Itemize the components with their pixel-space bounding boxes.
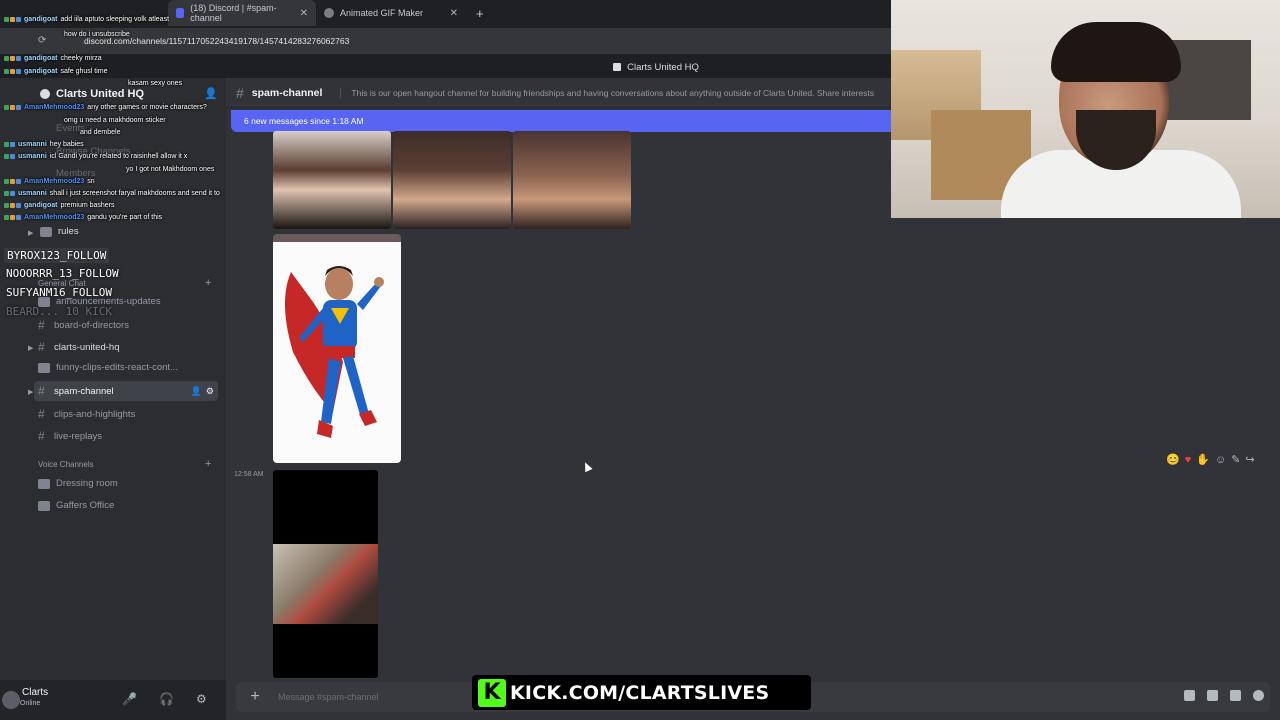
invite-icon[interactable]: 👤 bbox=[191, 386, 202, 397]
gear-icon[interactable]: ⚙ bbox=[196, 692, 207, 706]
category-voice-channels[interactable]: Voice Channels bbox=[38, 460, 94, 469]
follow-alert: BEARD... 10 KICK bbox=[6, 305, 112, 318]
sidebar-item-spam-channel[interactable]: # spam-channel 👤 ⚙ bbox=[34, 381, 218, 401]
chat-message: kasam sexy ones bbox=[128, 80, 183, 87]
speaker-icon bbox=[38, 478, 50, 489]
sidebar-item-clarts-united-hq[interactable]: # clarts-united-hq bbox=[38, 340, 119, 354]
sidebar-item-gaffers-office[interactable]: Gaffers Office bbox=[38, 500, 114, 511]
hash-icon: # bbox=[38, 340, 45, 354]
kick-url-text: KICK.COM/CLARTSLIVES bbox=[510, 681, 770, 704]
channel-topic[interactable]: This is our open hangout channel for bui… bbox=[340, 87, 874, 98]
edit-icon[interactable]: ✎ bbox=[1231, 453, 1240, 466]
chat-message: usmanni icl Gandi you're related to raisi… bbox=[4, 153, 187, 160]
superman-image[interactable] bbox=[273, 234, 401, 463]
gif-icon[interactable] bbox=[1207, 690, 1218, 701]
sidebar-item-live-replays[interactable]: # live-replays bbox=[38, 429, 102, 443]
emoji-reaction-icon[interactable]: 😊 bbox=[1166, 453, 1180, 466]
hash-icon: # bbox=[38, 318, 45, 332]
tab-gif-maker[interactable]: Animated GIF Maker ✕ bbox=[316, 0, 466, 26]
follow-alert: SUFYANM16_FOLLOW bbox=[6, 286, 112, 299]
username: Clarts bbox=[22, 687, 49, 698]
add-channel-icon[interactable]: + bbox=[205, 277, 211, 289]
chat-message: usmanni shall i just screenshot faryal ma… bbox=[4, 190, 220, 197]
chat-message: gandigoat add iila aptuto sleeping volk a… bbox=[4, 16, 169, 23]
chevron-right-icon: ▶ bbox=[28, 345, 34, 352]
webcam-overlay bbox=[891, 0, 1280, 218]
headphones-icon[interactable]: 🎧 bbox=[159, 692, 174, 706]
chat-message: omg u need a makhdoom sticker bbox=[64, 117, 166, 124]
heart-icon[interactable]: ♥ bbox=[1185, 454, 1192, 466]
chat-message: yo I got not Makhdoom ones bbox=[126, 166, 215, 173]
composer-placeholder: Message #spam-channel bbox=[278, 692, 379, 702]
close-icon[interactable]: ✕ bbox=[450, 8, 458, 19]
chat-message: usmanni hey babies bbox=[4, 141, 84, 148]
wave-icon[interactable]: ✋ bbox=[1196, 453, 1210, 466]
message-timestamp: 12:58 AM bbox=[234, 471, 264, 478]
new-tab-button[interactable]: + bbox=[466, 6, 494, 21]
user-status: Online bbox=[20, 700, 41, 707]
hash-icon: # bbox=[38, 384, 45, 398]
new-messages-banner[interactable]: 6 new messages since 1:18 AM bbox=[231, 110, 896, 132]
globe-icon bbox=[324, 8, 334, 18]
attachment-image[interactable] bbox=[513, 131, 631, 229]
follow-alert: BYROX123_FOLLOW bbox=[4, 248, 110, 263]
avatar[interactable] bbox=[2, 691, 20, 709]
chat-message: AmanMehmood23 any other games or movie ch… bbox=[4, 104, 207, 111]
gear-icon[interactable]: ⚙ bbox=[206, 386, 214, 397]
chat-message: AmanMehmood23 gandu you're part of this bbox=[4, 214, 162, 221]
sidebar-item-dressing-room[interactable]: Dressing room bbox=[38, 478, 118, 489]
attach-icon[interactable]: + bbox=[242, 688, 268, 706]
video-attachment[interactable] bbox=[273, 470, 378, 678]
stream-chat-overlay: gandigoat add iila aptuto sleeping volk a… bbox=[0, 0, 290, 230]
speaker-icon bbox=[38, 500, 50, 511]
forum-icon bbox=[38, 362, 50, 373]
sidebar-item-board-of-directors[interactable]: # board-of-directors bbox=[38, 318, 129, 332]
sidebar-item-funny-clips[interactable]: funny-clips-edits-react-cont... bbox=[38, 362, 178, 373]
kick-url-banner: K KICK.COM/CLARTSLIVES bbox=[472, 675, 811, 710]
mic-muted-icon[interactable]: 🎤 bbox=[122, 692, 137, 706]
tab-label: Animated GIF Maker bbox=[340, 8, 424, 18]
image-gallery bbox=[273, 131, 631, 229]
emoji-icon[interactable] bbox=[1253, 690, 1264, 701]
attachment-image[interactable] bbox=[273, 131, 391, 229]
attachment-image[interactable] bbox=[393, 131, 511, 229]
chevron-right-icon: ▶ bbox=[28, 230, 34, 237]
chat-message: AmanMehmood23 sn bbox=[4, 178, 95, 185]
chat-message: and dembele bbox=[80, 129, 121, 136]
forward-icon[interactable]: ↪ bbox=[1245, 453, 1254, 466]
user-panel: Clarts Online 🎤 🎧 ⚙ bbox=[0, 680, 226, 720]
sidebar-item-clips-and-highlights[interactable]: # clips-and-highlights bbox=[38, 407, 135, 421]
chat-message: how do i unsubscribe bbox=[64, 31, 130, 38]
close-icon[interactable]: ✕ bbox=[300, 8, 308, 19]
kick-logo-icon: K bbox=[478, 678, 506, 707]
hash-icon: # bbox=[38, 407, 45, 421]
server-icon bbox=[613, 63, 622, 71]
chat-message: gandigoat cheeky mirza bbox=[4, 55, 102, 62]
chevron-right-icon: ▶ bbox=[28, 389, 34, 396]
hash-icon: # bbox=[38, 429, 45, 443]
gift-icon[interactable] bbox=[1184, 690, 1195, 701]
superman-illustration bbox=[284, 266, 384, 438]
follow-alert: NOOORRR_13_FOLLOW bbox=[6, 267, 119, 280]
video-frame bbox=[273, 544, 378, 624]
screen: { "browser": { "tabs": [ {"label": "(18)… bbox=[0, 0, 1280, 720]
chat-message: gandigoat safe ghusl time bbox=[4, 68, 108, 75]
chat-message: gandigoat premium bashers bbox=[4, 202, 115, 209]
message-actions: 😊 ♥ ✋ ☺ ✎ ↪ bbox=[1166, 453, 1255, 467]
sticker-icon[interactable] bbox=[1230, 690, 1241, 701]
add-channel-icon[interactable]: + bbox=[205, 458, 211, 470]
add-reaction-icon[interactable]: ☺ bbox=[1215, 454, 1226, 466]
